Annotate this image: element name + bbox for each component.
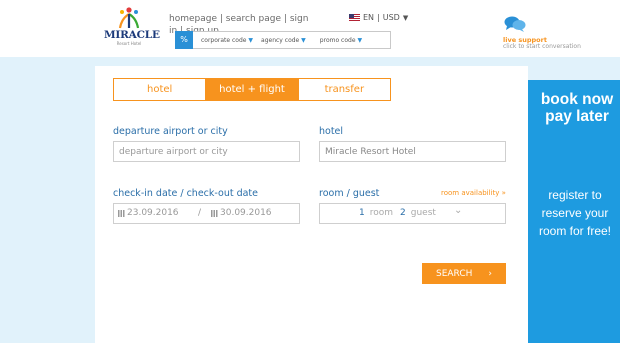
checkin-value: 23.09.2016 xyxy=(127,208,179,218)
calendar-icon xyxy=(211,209,218,217)
room-word: room xyxy=(369,208,394,218)
chevron-down-icon: ▼ xyxy=(402,13,409,22)
guest-word: guest xyxy=(410,208,436,218)
miracle-logo[interactable]: MIRACLE Resort Hotel xyxy=(104,6,160,52)
nav-search-page-link[interactable]: search page xyxy=(226,14,281,24)
room-guest-label: room / guest xyxy=(319,188,380,199)
checkin-date[interactable]: 23.09.2016 xyxy=(118,208,179,218)
promo-banner[interactable]: book now pay later register to reserve y… xyxy=(528,80,620,343)
chevron-right-icon: › xyxy=(488,268,493,279)
currency-label: USD xyxy=(382,13,400,22)
live-support-subtitle: click to start conversation xyxy=(503,43,581,50)
search-panel: hotel hotel + flight transfer departure … xyxy=(95,66,528,343)
checkout-value: 30.09.2016 xyxy=(220,208,272,218)
nav-homepage-link[interactable]: homepage xyxy=(169,14,217,24)
code-bar: % corporate code ▼ agency code ▼ promo c… xyxy=(175,30,391,49)
nav-separator: | xyxy=(219,14,223,24)
chevron-down-icon: ▼ xyxy=(301,36,306,44)
tab-hotel[interactable]: hotel xyxy=(114,79,207,100)
hotel-input[interactable]: Miracle Resort Hotel xyxy=(319,141,506,162)
checkout-date[interactable]: 30.09.2016 xyxy=(211,208,272,218)
chevron-down-icon: ▼ xyxy=(357,36,363,44)
corporate-code-dropdown[interactable]: corporate code ▼ xyxy=(201,37,253,44)
booking-type-tabs: hotel hotel + flight transfer xyxy=(113,78,391,101)
promo-headline: book now pay later xyxy=(540,91,614,125)
guest-count: 2 xyxy=(400,208,406,218)
chat-bubbles-icon xyxy=(504,16,526,32)
hotel-label: hotel xyxy=(319,126,344,137)
locale-selector[interactable]: EN | USD ▼ xyxy=(349,13,408,22)
departure-input[interactable]: departure airport or city xyxy=(113,141,300,162)
date-separator: / xyxy=(198,208,202,218)
search-button[interactable]: SEARCH › xyxy=(422,263,506,284)
language-label: EN xyxy=(363,13,375,22)
room-guest-values: 1 room 2 guest xyxy=(359,208,443,218)
agency-code-dropdown[interactable]: agency code ▼ xyxy=(261,37,306,44)
dates-label: check-in date / check-out date xyxy=(113,188,259,199)
promo-code-label: promo code xyxy=(319,36,356,44)
locale-separator: | xyxy=(377,13,380,22)
logo-tagline: Resort Hotel xyxy=(116,41,142,46)
nav-separator: | xyxy=(283,14,287,24)
site-header: MIRACLE Resort Hotel homepage | search p… xyxy=(0,0,620,57)
tab-transfer[interactable]: transfer xyxy=(298,79,390,100)
promo-body: register to reserve your room for free! xyxy=(538,188,612,238)
chevron-down-icon: ▼ xyxy=(248,36,254,44)
room-availability-link[interactable]: room availability » xyxy=(441,189,506,197)
us-flag-icon xyxy=(349,14,360,21)
promo-code-dropdown[interactable]: promo code ▼ xyxy=(320,37,362,44)
logo-brand-name: MIRACLE xyxy=(104,29,160,41)
search-button-label: SEARCH xyxy=(435,268,473,279)
agency-code-label: agency code xyxy=(261,36,300,44)
calendar-icon xyxy=(118,209,125,217)
departure-label: departure airport or city xyxy=(113,126,228,137)
corporate-code-label: corporate code xyxy=(201,36,247,44)
chevron-down-icon: ⌄ xyxy=(454,205,463,216)
percent-icon: % xyxy=(175,30,193,49)
logo-icon xyxy=(118,7,140,29)
tab-hotel-flight[interactable]: hotel + flight xyxy=(206,79,299,100)
room-count: 1 xyxy=(359,208,365,218)
